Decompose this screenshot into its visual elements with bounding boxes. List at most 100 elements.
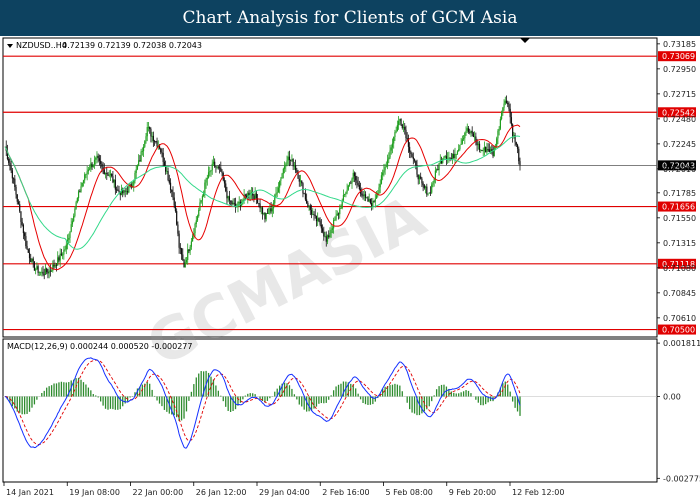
candle-body xyxy=(123,190,125,194)
candle-body xyxy=(79,191,81,193)
candle-body xyxy=(21,221,23,225)
candle-body xyxy=(411,154,413,157)
candle-body xyxy=(15,187,17,195)
candle-body xyxy=(330,229,332,234)
candle-body xyxy=(402,126,405,128)
candle-body xyxy=(48,270,50,274)
candle-body xyxy=(415,160,417,166)
candle-body xyxy=(501,112,503,120)
candle-body xyxy=(263,213,265,214)
candle-body xyxy=(363,194,365,197)
candle-body xyxy=(264,213,266,220)
candle-body xyxy=(346,189,348,193)
candle-body xyxy=(324,236,326,238)
candle-body xyxy=(128,186,130,193)
price-tick-label: 0.71785 xyxy=(663,189,696,198)
candle-body xyxy=(112,176,114,183)
candle-body xyxy=(211,163,213,171)
candle-body xyxy=(317,218,319,222)
candle-body xyxy=(103,169,105,175)
candle-body xyxy=(412,156,414,160)
candle-body xyxy=(60,253,63,255)
candle-body xyxy=(406,137,408,139)
candle-body xyxy=(200,200,202,203)
candle-body xyxy=(388,157,390,160)
candle-body xyxy=(399,118,401,122)
chart-title: Chart Analysis for Clients of GCM Asia xyxy=(182,8,518,28)
candle-body xyxy=(444,156,446,157)
candle-body xyxy=(329,233,331,238)
candle-body xyxy=(499,119,501,129)
candle-body xyxy=(76,198,78,203)
candle-body xyxy=(410,151,412,155)
candle-body xyxy=(443,156,445,159)
candle-body xyxy=(258,203,260,204)
candle-body xyxy=(138,160,140,166)
candle-body xyxy=(135,169,137,173)
candle-body xyxy=(261,207,264,214)
level-label: 0.73069 xyxy=(662,52,695,61)
candle-body xyxy=(515,142,517,145)
candle-body xyxy=(107,173,109,176)
candle-body xyxy=(173,197,175,206)
price-tick-label: 0.72950 xyxy=(663,65,696,74)
time-tick-label: 26 Jan 12:00 xyxy=(196,488,247,497)
price-tick-label: 0.70845 xyxy=(663,289,696,298)
candle-body xyxy=(333,220,335,229)
candle-body xyxy=(46,268,48,273)
candle-body xyxy=(369,199,372,204)
candle-body xyxy=(192,235,194,242)
candle-body xyxy=(461,139,463,144)
candle-body xyxy=(90,163,92,169)
candle-body xyxy=(337,213,340,215)
candle-body xyxy=(125,191,127,192)
candle-body xyxy=(480,149,482,151)
candle-body xyxy=(69,231,71,238)
candle-body xyxy=(217,166,219,168)
candle-body xyxy=(478,143,481,151)
candle-body xyxy=(89,168,91,170)
candle-body xyxy=(323,231,325,237)
candle-body xyxy=(281,173,283,179)
candle-body xyxy=(431,184,433,193)
candle-body xyxy=(65,244,67,250)
candle-body xyxy=(182,254,184,260)
candle-body xyxy=(352,172,354,179)
candle-body xyxy=(487,149,489,150)
candle-body xyxy=(151,135,153,137)
candle-body xyxy=(378,187,380,194)
candle-body xyxy=(139,160,141,162)
candle-body xyxy=(301,180,303,184)
candle-body xyxy=(180,248,183,255)
candle-body xyxy=(474,136,476,138)
trading-chart[interactable]: GCMASIA 0.730690.725420.716560.711180.70… xyxy=(0,36,700,500)
candle-body xyxy=(228,196,230,201)
candle-body xyxy=(185,259,188,263)
candle-body xyxy=(502,107,504,113)
time-tick-label: 29 Jan 04:00 xyxy=(259,488,310,497)
candle-body xyxy=(298,178,300,182)
candle-body xyxy=(467,128,470,132)
candle-body xyxy=(49,270,51,272)
candle-body xyxy=(286,160,288,165)
candle-body xyxy=(118,190,120,193)
candle-body xyxy=(113,179,115,183)
candle-body xyxy=(372,201,374,207)
candle-body xyxy=(171,189,173,193)
candle-body xyxy=(465,130,467,133)
candle-body xyxy=(223,180,226,184)
price-tick-label: 0.72480 xyxy=(663,115,696,124)
candle-body xyxy=(448,157,450,159)
candle-body xyxy=(438,163,440,170)
candle-body xyxy=(190,241,192,247)
ohlc-values: 0.72139 0.72139 0.72038 0.72043 xyxy=(62,41,202,50)
candle-body xyxy=(84,174,86,181)
candle-body xyxy=(427,193,429,195)
candle-body xyxy=(227,196,229,199)
candle-body xyxy=(303,193,305,195)
candle-body xyxy=(172,192,174,198)
candle-body xyxy=(109,173,112,176)
candle-body xyxy=(233,202,235,204)
candle-body xyxy=(117,189,119,191)
candle-body xyxy=(198,210,200,217)
